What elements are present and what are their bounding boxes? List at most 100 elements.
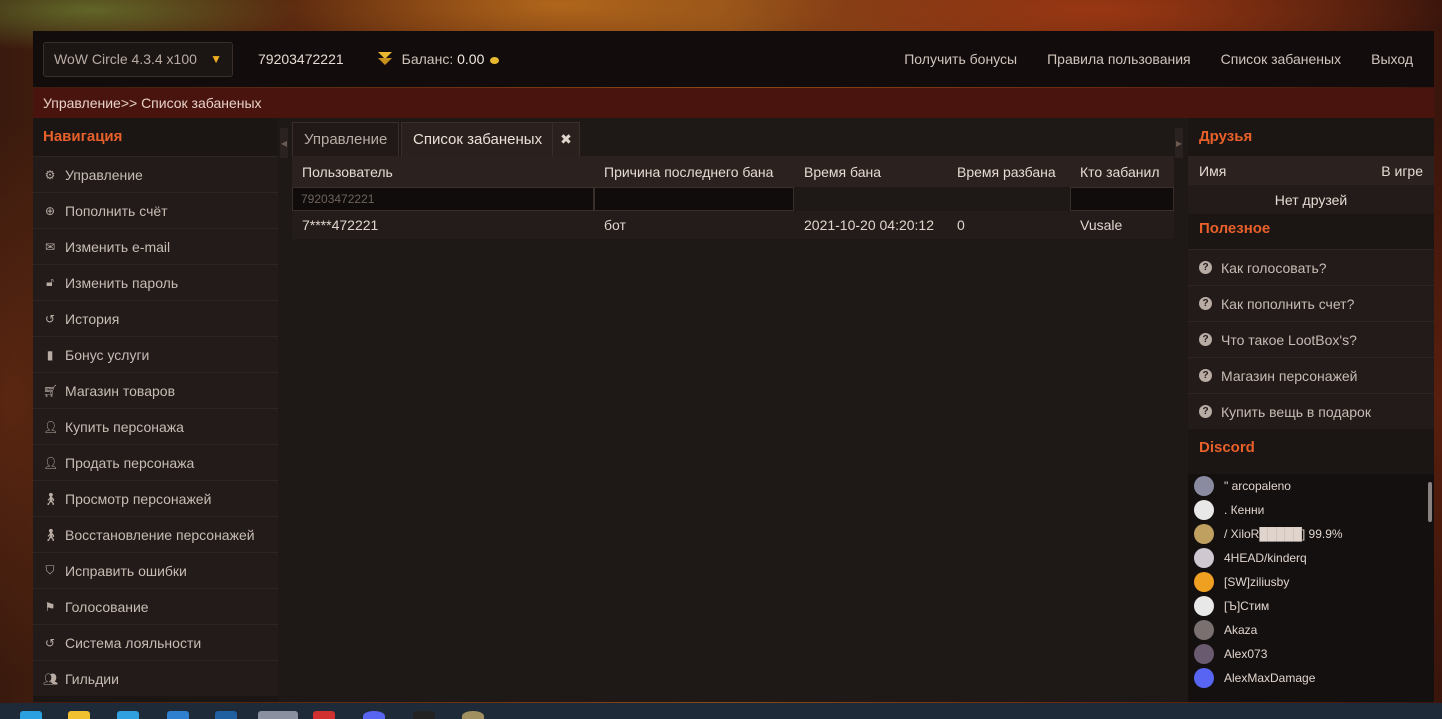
server-select-label: WoW Circle 4.3.4 x100	[54, 51, 197, 67]
tab-close-button[interactable]: ✖	[552, 122, 580, 156]
sidebar-item-restore-chars[interactable]: 🚶︎ Восстановление персонажей	[33, 516, 278, 552]
plus-circle-icon: ⊕	[44, 203, 56, 218]
cell-ban-time: 2021-10-20 04:20:12	[804, 217, 934, 233]
user-icon: 👤︎	[43, 419, 59, 434]
game-launcher-icon[interactable]	[462, 711, 484, 719]
sidebar-item-fix-errors[interactable]: ⛉ Исправить ошибки	[33, 552, 278, 588]
useful-item-lootbox[interactable]: ? Что такое LootBox's?	[1188, 321, 1434, 357]
discord-member[interactable]: [SW]ziliusby	[1188, 570, 1434, 594]
discord-member[interactable]: Alex073	[1188, 642, 1434, 666]
table-header: Пользователь Причина последнего бана Вре…	[292, 156, 1174, 187]
discord-member[interactable]: [Ъ]Стим	[1188, 594, 1434, 618]
friends-header: Имя В игре	[1188, 156, 1434, 185]
main-panel: ◀ Управление Список забаненых ✖ ▶ Пользо…	[280, 118, 1183, 702]
sidebar-item-topup[interactable]: ⊕ Пополнить счёт	[33, 192, 278, 228]
tab-scroll-right[interactable]: ▶	[1175, 128, 1183, 158]
avatar	[1194, 500, 1214, 520]
question-icon: ?	[1199, 297, 1212, 310]
discord-member[interactable]: AlexMaxDamage	[1188, 666, 1434, 690]
sidebar-item-label: Продать персонажа	[65, 454, 195, 471]
close-icon: ✖	[560, 131, 572, 147]
envelope-icon: ✉	[44, 239, 56, 254]
sidebar-item-label: Бонус услуги	[65, 346, 150, 363]
useful-item-vote[interactable]: ? Как голосовать?	[1188, 249, 1434, 285]
avatar	[1194, 620, 1214, 640]
folder-icon[interactable]	[68, 711, 90, 719]
sidebar-item-label: Изменить пароль	[65, 274, 179, 291]
discord-widget: " arcopaleno . Кенни / XiloR█████] 99.9% 4H…	[1188, 474, 1434, 702]
epic-games-icon[interactable]	[413, 711, 435, 719]
content-area: Навигация ⚙ Управление ⊕ Пополнить счёт ✉ И…	[33, 118, 1434, 702]
cart-icon: 🛒︎	[43, 383, 59, 398]
discord-member[interactable]: Akaza	[1188, 618, 1434, 642]
history-icon: ↺	[44, 635, 56, 650]
col-unban-time[interactable]: Время разбана	[947, 164, 1070, 180]
discord-member[interactable]: 4HEAD/kinderq	[1188, 546, 1434, 570]
nav-rules[interactable]: Правила пользования	[1047, 51, 1191, 67]
sidebar-item-management[interactable]: ⚙ Управление	[33, 156, 278, 192]
store-icon[interactable]	[167, 711, 189, 719]
mail-icon[interactable]	[215, 711, 237, 719]
tab-ban-list[interactable]: Список забаненых	[401, 122, 555, 156]
nav-ban-list[interactable]: Список забаненых	[1221, 51, 1341, 67]
discord-member-name: AlexMaxDamage	[1224, 671, 1316, 685]
discord-app-icon[interactable]	[363, 711, 385, 719]
avatar	[1194, 596, 1214, 616]
active-app-icon[interactable]	[258, 711, 298, 719]
sidebar-item-sell-char[interactable]: 👤︎ Продать персонажа	[33, 444, 278, 480]
sidebar-item-loyalty[interactable]: ↺ Система лояльности	[33, 624, 278, 660]
discord-member-name: " arcopaleno	[1224, 479, 1291, 493]
discord-title: Discord	[1199, 439, 1255, 456]
sidebar-item-password[interactable]: 🔓︎ Изменить пароль	[33, 264, 278, 300]
skype-icon[interactable]	[117, 711, 139, 719]
tab-scroll-left[interactable]: ◀	[280, 128, 288, 158]
filter-gap	[794, 187, 1070, 211]
tab-management[interactable]: Управление	[292, 122, 400, 156]
cell-unban-time: 0	[957, 217, 965, 233]
col-user[interactable]: Пользователь	[292, 164, 594, 180]
discord-scrollbar[interactable]	[1428, 482, 1432, 522]
friends-title: Друзья	[1199, 128, 1253, 145]
useful-item-gift[interactable]: ? Купить вещь в подарок	[1188, 393, 1434, 429]
sidebar-item-shop[interactable]: 🛒︎ Магазин товаров	[33, 372, 278, 408]
sidebar-item-email[interactable]: ✉ Изменить e-mail	[33, 228, 278, 264]
discord-member-name: Akaza	[1224, 623, 1258, 637]
gear-icon: ⚙	[44, 167, 56, 182]
useful-item-topup[interactable]: ? Как пополнить счет?	[1188, 285, 1434, 321]
app-red-icon[interactable]	[313, 711, 335, 719]
sidebar-item-view-chars[interactable]: 🚶︎ Просмотр персонажей	[33, 480, 278, 516]
sidebar-item-history[interactable]: ↺ История	[33, 300, 278, 336]
filter-user-input[interactable]: 79203472221	[292, 187, 594, 211]
discord-member[interactable]: . Кенни	[1188, 498, 1434, 522]
sidebar-item-buy-char[interactable]: 👤︎ Купить персонажа	[33, 408, 278, 444]
edge-icon[interactable]	[20, 711, 42, 719]
person-icon: 🚶︎	[43, 491, 59, 506]
table-row[interactable]: 7****472221 бот 2021-10-20 04:20:12 0 Vu…	[292, 211, 1174, 239]
filter-reason-input[interactable]	[594, 187, 794, 211]
discord-member[interactable]: " arcopaleno	[1188, 474, 1434, 498]
server-select[interactable]: WoW Circle 4.3.4 x100 ▼	[43, 41, 233, 77]
user-icon: 👤︎	[43, 455, 59, 470]
col-banned-by[interactable]: Кто забанил	[1070, 164, 1174, 180]
rank-chevron-icon	[376, 52, 394, 66]
sidebar-item-bonus[interactable]: ▮ Бонус услуги	[33, 336, 278, 372]
sidebar-item-voting[interactable]: ⚑ Голосование	[33, 588, 278, 624]
breadcrumb: Управление>> Список забаненых	[33, 88, 1434, 118]
useful-item-char-shop[interactable]: ? Магазин персонажей	[1188, 357, 1434, 393]
col-ban-time[interactable]: Время бана	[794, 164, 947, 180]
question-icon: ?	[1199, 369, 1212, 382]
useful-item-label: Как пополнить счет?	[1221, 295, 1355, 312]
sidebar-item-guilds[interactable]: 👥︎ Гильдии	[33, 660, 278, 696]
discord-member[interactable]: / XiloR█████] 99.9%	[1188, 522, 1434, 546]
useful-item-label: Купить вещь в подарок	[1221, 403, 1371, 420]
nav-get-bonuses[interactable]: Получить бонусы	[904, 51, 1017, 67]
sidebar-item-label: Купить персонажа	[65, 418, 184, 435]
lock-icon: 🔓︎	[46, 275, 54, 289]
filter-banned-by-input[interactable]	[1070, 187, 1174, 211]
friends-col-name: Имя	[1199, 162, 1227, 179]
useful-item-label: Что такое LootBox's?	[1221, 331, 1357, 348]
col-reason[interactable]: Причина последнего бана	[594, 164, 794, 180]
cell-reason: бот	[604, 217, 626, 233]
useful-title: Полезное	[1199, 220, 1271, 237]
nav-logout[interactable]: Выход	[1371, 51, 1413, 67]
